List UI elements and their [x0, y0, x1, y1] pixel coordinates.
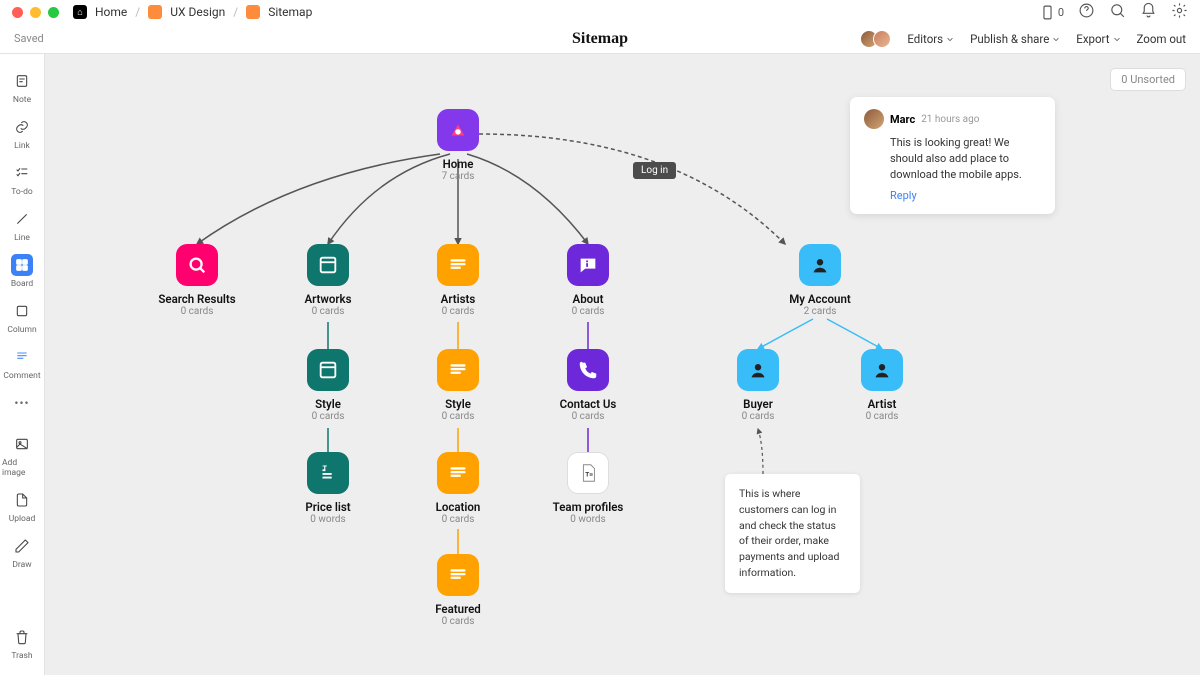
person-icon — [737, 349, 779, 391]
document-icon: T≡ — [567, 452, 609, 494]
tool-line[interactable]: Line — [2, 204, 42, 247]
window-controls[interactable] — [12, 7, 59, 18]
comment-reply[interactable]: Reply — [890, 189, 1041, 202]
node-search[interactable]: Search Results 0 cards — [152, 244, 242, 317]
breadcrumb-sitemap[interactable]: Sitemap — [268, 5, 312, 19]
unsorted-pill[interactable]: 0 Unsorted — [1110, 68, 1186, 91]
text-icon — [437, 452, 479, 494]
text-doc-icon: T — [307, 452, 349, 494]
page-title: Sitemap — [572, 30, 628, 48]
tool-trash[interactable]: Trash — [2, 622, 42, 665]
close-window[interactable] — [12, 7, 23, 18]
folder-icon — [246, 5, 260, 19]
node-home[interactable]: Home 7 cards — [413, 109, 503, 182]
node-featured[interactable]: Featured 0 cards — [413, 554, 503, 627]
node-account[interactable]: My Account 2 cards — [775, 244, 865, 317]
tool-more[interactable]: ••• — [2, 388, 42, 418]
person-icon — [861, 349, 903, 391]
svg-text:T≡: T≡ — [585, 471, 593, 479]
comment-author: Marc — [890, 113, 915, 126]
home-app-icon — [437, 109, 479, 151]
avatar — [864, 109, 884, 129]
tool-draw[interactable]: Draw — [2, 531, 42, 574]
node-location[interactable]: Location 0 cards — [413, 452, 503, 525]
text-icon — [437, 244, 479, 286]
tool-column[interactable]: Column — [2, 296, 42, 339]
person-icon — [799, 244, 841, 286]
comment-body: This is looking great! We should also ad… — [890, 135, 1041, 183]
svg-text:T: T — [323, 464, 328, 473]
search-icon[interactable] — [1109, 2, 1126, 23]
node-artists[interactable]: Artists 0 cards — [413, 244, 503, 317]
tool-board[interactable]: Board — [2, 250, 42, 293]
node-artist[interactable]: Artist 0 cards — [837, 349, 927, 422]
minimize-window[interactable] — [30, 7, 41, 18]
tool-add-image[interactable]: Add image — [2, 429, 42, 482]
titlebar: ⌂ Home / UX Design / Sitemap 0 — [0, 0, 1200, 24]
left-toolbar: Note Link To-do Line Board Column Commen… — [0, 54, 45, 675]
canvas[interactable]: 0 Unsorted Home 7 cards — [45, 54, 1200, 675]
breadcrumb-ux[interactable]: UX Design — [170, 5, 225, 19]
node-about[interactable]: About 0 cards — [543, 244, 633, 317]
window-icon — [307, 349, 349, 391]
editors-menu[interactable]: Editors — [907, 32, 954, 46]
tool-comment[interactable]: Comment — [2, 342, 42, 385]
zoom-out[interactable]: Zoom out — [1137, 32, 1187, 46]
tool-todo[interactable]: To-do — [2, 158, 42, 201]
bell-icon[interactable] — [1140, 2, 1157, 23]
node-team[interactable]: T≡ Team profiles 0 words — [543, 452, 633, 525]
device-icon[interactable]: 0 — [1039, 4, 1064, 21]
text-icon — [437, 349, 479, 391]
headerbar: Saved Sitemap Editors Publish & share Ex… — [0, 24, 1200, 54]
tool-note[interactable]: Note — [2, 66, 42, 109]
home-icon: ⌂ — [73, 5, 87, 19]
breadcrumb-home[interactable]: Home — [95, 5, 127, 19]
edge-label-login[interactable]: Log in — [633, 162, 676, 179]
phone-icon — [567, 349, 609, 391]
help-icon[interactable] — [1078, 2, 1095, 23]
folder-icon — [148, 5, 162, 19]
breadcrumb: ⌂ Home / UX Design / Sitemap — [73, 5, 312, 19]
window-icon — [307, 244, 349, 286]
avatar — [873, 30, 891, 48]
node-contact[interactable]: Contact Us 0 cards — [543, 349, 633, 422]
tool-upload[interactable]: Upload — [2, 485, 42, 528]
gear-icon[interactable] — [1171, 2, 1188, 23]
node-buyer[interactable]: Buyer 0 cards — [713, 349, 803, 422]
comment-time: 21 hours ago — [921, 114, 979, 125]
text-icon — [437, 554, 479, 596]
annotation-card[interactable]: This is where customers can log in and c… — [725, 474, 860, 593]
export-menu[interactable]: Export — [1076, 32, 1120, 46]
node-pricelist[interactable]: T Price list 0 words — [283, 452, 373, 525]
node-style1[interactable]: Style 0 cards — [283, 349, 373, 422]
comment-card[interactable]: Marc 21 hours ago This is looking great!… — [850, 97, 1055, 214]
info-chat-icon — [567, 244, 609, 286]
tool-link[interactable]: Link — [2, 112, 42, 155]
node-style2[interactable]: Style 0 cards — [413, 349, 503, 422]
search-icon — [176, 244, 218, 286]
maximize-window[interactable] — [48, 7, 59, 18]
node-artworks[interactable]: Artworks 0 cards — [283, 244, 373, 317]
save-status: Saved — [14, 32, 44, 45]
publish-menu[interactable]: Publish & share — [970, 32, 1060, 46]
editor-avatars[interactable] — [865, 30, 891, 48]
